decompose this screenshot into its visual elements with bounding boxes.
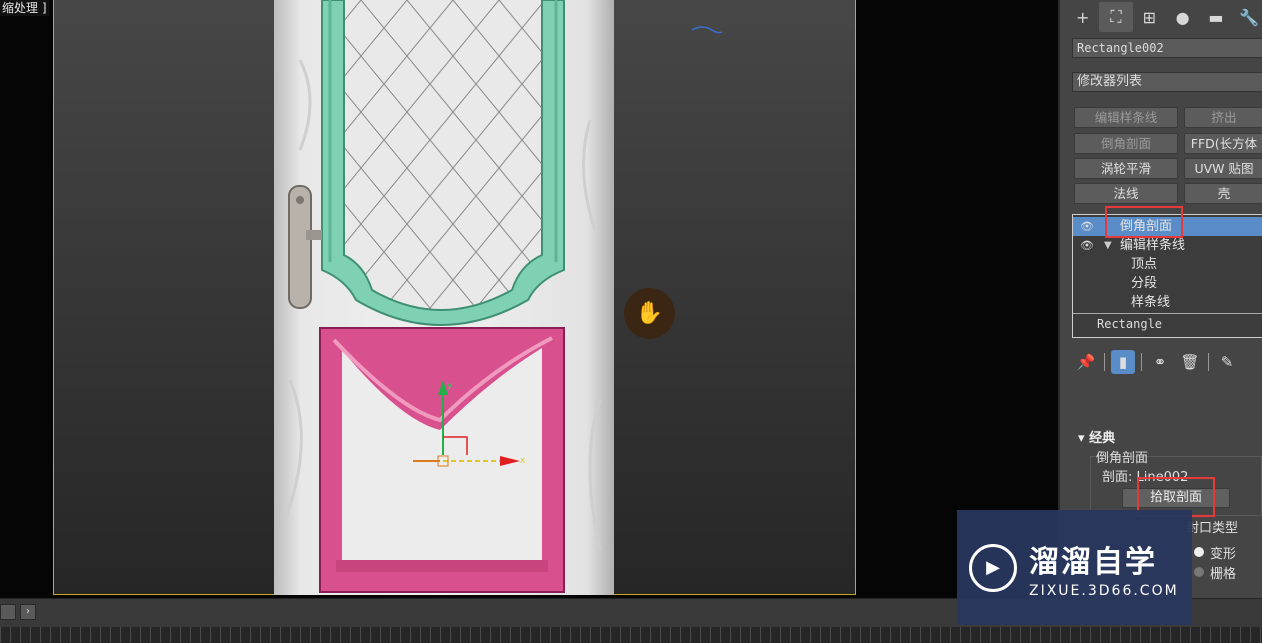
- divider: [1208, 353, 1209, 371]
- utilities-icon[interactable]: 🔧: [1233, 2, 1262, 32]
- modifier-bevel-profile-button[interactable]: 倒角剖面: [1074, 133, 1178, 154]
- watermark-url: ZIXUE.3D66.COM: [1029, 582, 1179, 599]
- modifier-extrude-button[interactable]: 挤出: [1184, 107, 1262, 128]
- modify-icon[interactable]: ⛶: [1099, 2, 1133, 32]
- stack-subobject-vertex[interactable]: 顶点: [1073, 255, 1262, 274]
- viewport-label[interactable]: 缩处理 ]: [0, 0, 49, 16]
- timeline-next-button[interactable]: ›: [20, 604, 36, 620]
- command-panel: + ⛶ ⊞ ● ▬ 🔧 Rectangle002 修改器列表 编辑样条线 挤出 …: [1058, 0, 1262, 598]
- modifier-ffd-button[interactable]: FFD(长方体: [1184, 133, 1262, 154]
- modifier-turbosmooth-button[interactable]: 涡轮平滑: [1074, 158, 1178, 179]
- play-icon: ▶: [969, 543, 1017, 592]
- hierarchy-icon[interactable]: ⊞: [1133, 2, 1166, 32]
- divider: [1141, 353, 1142, 371]
- option-morph-label: 变形: [1210, 547, 1237, 562]
- modifier-uvw-map-button[interactable]: UVW 贴图: [1184, 158, 1262, 179]
- radio-morph[interactable]: [1194, 547, 1204, 557]
- pick-profile-button[interactable]: 拾取剖面: [1122, 488, 1230, 508]
- stack-subobject-segment[interactable]: 分段: [1073, 274, 1262, 293]
- group-label: 倒角剖面: [1096, 451, 1149, 466]
- timeline-prev-button[interactable]: [0, 604, 16, 620]
- modifier-list-dropdown[interactable]: 修改器列表: [1072, 72, 1262, 92]
- eye-icon[interactable]: 👁: [1080, 236, 1094, 255]
- watermark: ▶ 溜溜自学 ZIXUE.3D66.COM: [957, 510, 1192, 625]
- display-icon[interactable]: ▬: [1199, 2, 1232, 32]
- motion-icon[interactable]: ●: [1166, 2, 1199, 32]
- modifier-normal-button[interactable]: 法线: [1074, 183, 1178, 204]
- stack-base-object[interactable]: Rectangle: [1073, 313, 1262, 333]
- divider: [1104, 353, 1105, 371]
- option-grid-label: 栅格: [1210, 567, 1237, 582]
- expand-triangle-icon[interactable]: ▼: [1104, 236, 1112, 255]
- modifier-shell-button[interactable]: 壳: [1184, 183, 1262, 204]
- stack-subobject-spline[interactable]: 样条线: [1073, 293, 1262, 312]
- watermark-title: 溜溜自学: [1029, 544, 1157, 580]
- viewport[interactable]: 缩处理 ] y x ✋: [0, 0, 1058, 598]
- svg-text:x: x: [520, 456, 526, 466]
- pan-hand-icon: ✋: [624, 288, 675, 339]
- make-unique-icon[interactable]: ⚭: [1148, 350, 1172, 374]
- svg-text:y: y: [447, 381, 453, 391]
- door-model[interactable]: y x: [0, 0, 1058, 598]
- cap-type-label: 封口类型: [1186, 521, 1239, 536]
- create-icon[interactable]: +: [1066, 2, 1099, 32]
- modifier-stack: 👁 倒角剖面 👁 ▼ 编辑样条线 顶点 分段 样条线 Rectangle: [1072, 214, 1262, 338]
- object-name-field[interactable]: Rectangle002: [1072, 38, 1262, 58]
- modifier-edit-spline-button[interactable]: 编辑样条线: [1074, 107, 1178, 128]
- pin-icon[interactable]: 📌: [1074, 350, 1098, 374]
- configure-icon[interactable]: ✎: [1215, 350, 1239, 374]
- stack-toolbar: 📌 ▮ ⚭ 🗑 ✎: [1074, 348, 1262, 376]
- command-panel-tabs: + ⛶ ⊞ ● ▬ 🔧: [1066, 2, 1262, 32]
- remove-modifier-icon[interactable]: 🗑: [1178, 350, 1202, 374]
- stack-item-bevel-profile[interactable]: 👁 倒角剖面: [1073, 217, 1262, 236]
- eye-icon[interactable]: 👁: [1080, 217, 1094, 236]
- timeline-ruler[interactable]: [0, 627, 1262, 643]
- show-end-result-icon[interactable]: ▮: [1111, 350, 1135, 374]
- rollout-classic-title[interactable]: ▾ 经典: [1078, 427, 1115, 446]
- profile-label: 剖面: Line002: [1102, 470, 1189, 485]
- radio-grid[interactable]: [1194, 567, 1204, 577]
- stack-item-edit-spline[interactable]: 👁 ▼ 编辑样条线: [1073, 236, 1262, 255]
